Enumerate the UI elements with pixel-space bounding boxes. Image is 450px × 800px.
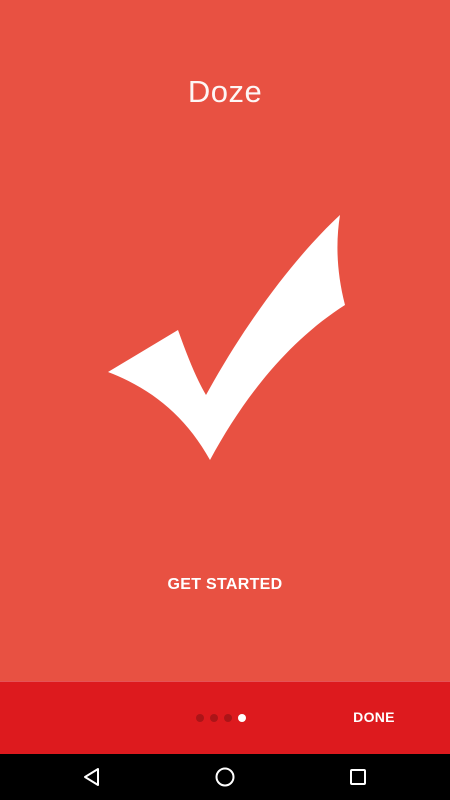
- page-dot: [224, 714, 232, 722]
- app-title: Doze: [187, 74, 263, 109]
- recents-icon: [350, 769, 366, 785]
- checkmark-icon: [108, 215, 345, 460]
- home-icon: [215, 767, 235, 787]
- back-button[interactable]: [62, 754, 122, 800]
- get-started-button[interactable]: GET STARTED: [0, 576, 450, 594]
- page-indicator: [196, 713, 246, 723]
- bottom-bar: DONE: [0, 681, 450, 754]
- page-dot: [196, 714, 204, 722]
- system-nav-bar: [0, 754, 450, 800]
- back-icon: [84, 768, 99, 786]
- home-button[interactable]: [195, 754, 255, 800]
- page-dot: [210, 714, 218, 722]
- onboarding-screen: Doze GET STARTED DONE: [0, 0, 450, 800]
- recents-button[interactable]: [328, 754, 388, 800]
- page-dot-active: [238, 714, 246, 722]
- done-button[interactable]: DONE: [340, 709, 408, 725]
